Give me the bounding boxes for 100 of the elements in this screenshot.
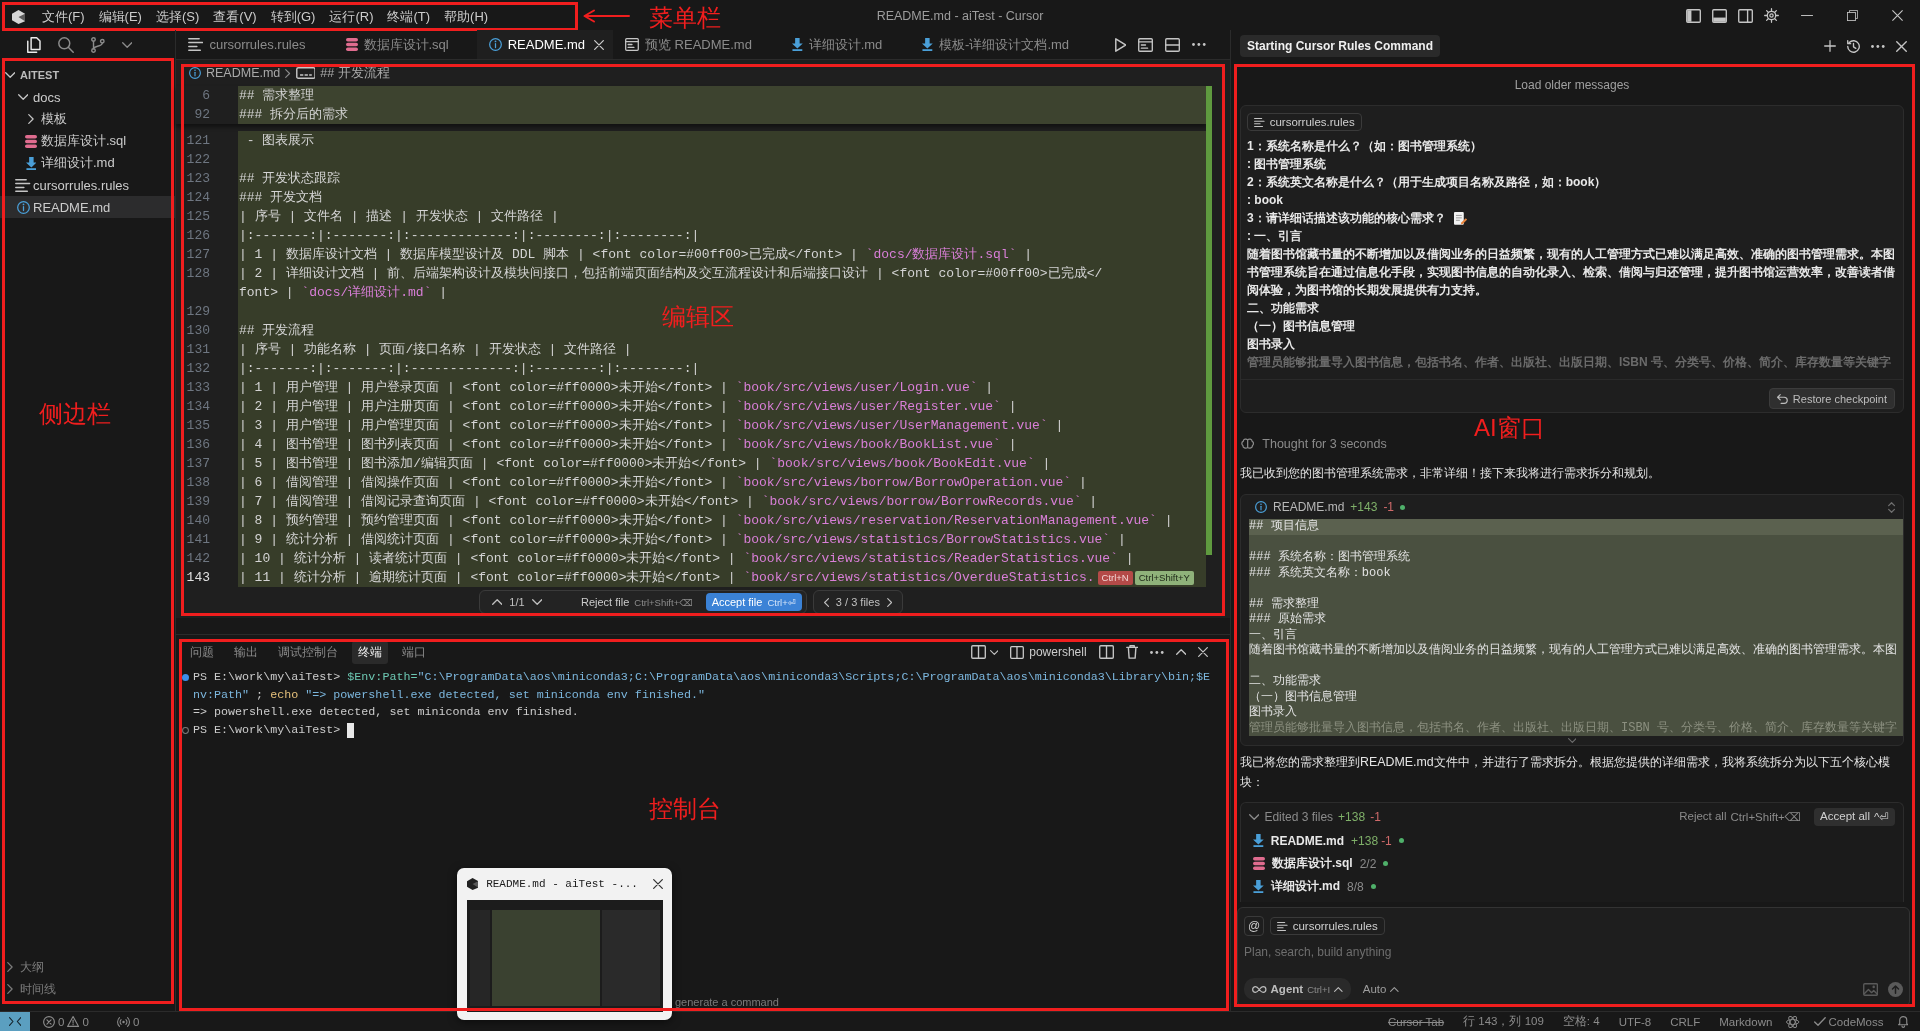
more-icon[interactable] <box>1149 650 1164 654</box>
sidebar-toggle-icon[interactable] <box>1685 8 1701 23</box>
menu-item[interactable]: 查看(V) <box>206 5 264 28</box>
file-tree-item[interactable]: 数据库设计.sql <box>0 130 175 152</box>
file-tree-item[interactable]: 模板 <box>0 108 175 130</box>
restore-icon[interactable] <box>1847 10 1858 21</box>
remote-button[interactable] <box>0 1012 30 1031</box>
chevron-down-icon[interactable] <box>121 42 132 48</box>
chevron-down-icon[interactable] <box>989 649 999 655</box>
minimize-icon[interactable] <box>1801 14 1813 17</box>
chat-tab[interactable]: Starting Cursor Rules Command <box>1240 35 1441 57</box>
history-icon[interactable] <box>1847 39 1861 53</box>
editor-tab[interactable]: README.md <box>476 30 614 59</box>
agent-mode-button[interactable]: Agent Ctrl+I <box>1244 978 1351 1000</box>
chevron-right-icon[interactable] <box>7 984 13 994</box>
source-control-icon[interactable] <box>90 37 105 53</box>
reject-all-button[interactable]: Reject all Ctrl+Shift+⌫ <box>1675 808 1806 826</box>
send-icon[interactable] <box>1888 981 1903 997</box>
section-header[interactable]: 时间线 <box>3 978 175 1000</box>
editor-tab[interactable]: 详细设计.md <box>779 30 911 59</box>
split-terminal-icon[interactable] <box>970 645 986 659</box>
extension-status[interactable]: CodeMoss <box>1808 1015 1889 1028</box>
search-icon[interactable] <box>57 37 74 53</box>
menu-item[interactable]: 编辑(E) <box>91 5 149 28</box>
file-tree-item[interactable]: cursorrules.rules <box>0 174 175 196</box>
edited-file-item[interactable]: README.md +138 -1 <box>1249 829 1895 852</box>
split-editor-icon[interactable] <box>1165 37 1181 52</box>
panel-tab[interactable]: 问题 <box>184 640 220 664</box>
editor-tab[interactable]: 预览 README.md <box>613 30 780 59</box>
menu-item[interactable]: 转到(G) <box>263 5 323 28</box>
ports-indicator[interactable]: 0 <box>112 1015 145 1028</box>
reject-change-button[interactable]: Ctrl+N <box>1097 570 1133 585</box>
file-tree-item[interactable]: docs <box>0 86 175 108</box>
status-item[interactable]: 行 143，列 109 <box>1458 1014 1549 1029</box>
menu-item[interactable]: 文件(F) <box>35 5 92 28</box>
edited-file-item[interactable]: 详细设计.md 8/8 <box>1249 875 1895 898</box>
chevron-right-icon[interactable] <box>7 962 13 972</box>
status-item[interactable]: UTF-8 <box>1613 1015 1657 1028</box>
status-item[interactable]: CRLF <box>1665 1015 1706 1028</box>
section-header[interactable]: 大纲 <box>3 956 175 978</box>
menu-item[interactable]: 帮助(H) <box>437 5 496 28</box>
close-icon[interactable] <box>653 879 663 889</box>
restore-checkpoint-button[interactable]: Restore checkpoint <box>1768 388 1895 409</box>
chevron-down-icon[interactable] <box>1249 814 1260 820</box>
plus-icon[interactable] <box>1824 40 1837 52</box>
menu-item[interactable]: 运行(R) <box>322 5 381 28</box>
chevron-down-icon[interactable] <box>4 72 16 78</box>
chevron-up-icon[interactable] <box>491 599 503 605</box>
mention-button[interactable]: @ <box>1244 916 1264 936</box>
chevron-down-icon[interactable] <box>531 599 542 605</box>
menu-item[interactable]: 终端(T) <box>380 5 438 28</box>
chevron-down-icon[interactable] <box>17 94 29 100</box>
accept-all-button[interactable]: Accept all ^⏎ <box>1814 808 1895 826</box>
editor-tab[interactable]: 模板-详细设计文档.md <box>910 30 1098 59</box>
app-logo-icon[interactable] <box>12 9 25 24</box>
trash-icon[interactable] <box>1125 645 1138 659</box>
more-icon[interactable] <box>1192 43 1206 46</box>
status-item[interactable]: 空格: 4 <box>1557 1014 1605 1029</box>
panel-tab[interactable]: 终端 <box>352 640 388 664</box>
menu-item[interactable]: 选择(S) <box>148 5 207 28</box>
preview-icon[interactable] <box>1138 37 1154 52</box>
editor-tab[interactable]: 数据库设计.sql <box>333 30 477 59</box>
chevron-updown-icon[interactable] <box>1887 501 1895 513</box>
chat-input[interactable]: Plan, search, build anything <box>1244 940 1504 964</box>
file-tree-item[interactable]: README.md <box>0 196 175 218</box>
chevron-up-icon[interactable] <box>1175 649 1186 655</box>
files-icon[interactable] <box>27 37 41 53</box>
chevron-right-icon[interactable] <box>886 597 893 607</box>
context-chip[interactable]: cursorrules.rules <box>1247 113 1362 131</box>
breadcrumb-item[interactable]: README.md <box>189 66 281 80</box>
terminal-tab[interactable]: powershell <box>1010 645 1087 659</box>
edits-summary[interactable]: Edited 3 files <box>1264 810 1334 824</box>
settings-icon[interactable] <box>1764 8 1779 23</box>
model-selector[interactable]: Auto <box>1356 981 1406 997</box>
reject-file-button[interactable]: Reject file Ctrl+Shift+⌫ <box>575 593 699 611</box>
chevron-right-icon[interactable] <box>28 114 34 124</box>
chevron-left-icon[interactable] <box>823 597 829 607</box>
panel-toggle-icon[interactable] <box>1711 8 1727 23</box>
context-chip[interactable]: cursorrules.rules <box>1270 917 1385 935</box>
accept-file-button[interactable]: Accept file Ctrl+⏎ <box>705 593 802 611</box>
panel-tab[interactable]: 调试控制台 <box>272 640 344 664</box>
edited-file-item[interactable]: 数据库设计.sql 2/2 <box>1249 852 1895 875</box>
editor-tab[interactable]: cursorrules.rules <box>176 30 334 59</box>
panel-tab[interactable]: 输出 <box>228 640 264 664</box>
secondary-sidebar-toggle-icon[interactable] <box>1737 8 1753 23</box>
window-preview-popup[interactable]: README.md - aiTest -... <box>457 868 672 1020</box>
image-icon[interactable] <box>1862 982 1878 996</box>
panel-tab[interactable]: 端口 <box>396 640 432 664</box>
problems-indicator[interactable]: 0 0 <box>38 1015 94 1028</box>
atom-icon[interactable] <box>1786 1015 1800 1028</box>
breadcrumb-item[interactable]: ## 开发流程 <box>295 64 390 82</box>
load-older-link[interactable]: Load older messages <box>1240 62 1904 101</box>
file-tree-item[interactable]: 详细设计.md <box>0 152 175 174</box>
accept-change-button[interactable]: Ctrl+Shift+Y <box>1134 570 1194 585</box>
run-icon[interactable] <box>1114 37 1127 52</box>
thought-toggle[interactable]: Thought for 3 seconds <box>1262 437 1387 451</box>
file-name[interactable]: README.md <box>1273 500 1345 514</box>
split-terminal-icon[interactable] <box>1098 645 1114 659</box>
status-item[interactable]: Markdown <box>1714 1015 1778 1028</box>
section-header[interactable]: AITEST <box>0 64 175 86</box>
